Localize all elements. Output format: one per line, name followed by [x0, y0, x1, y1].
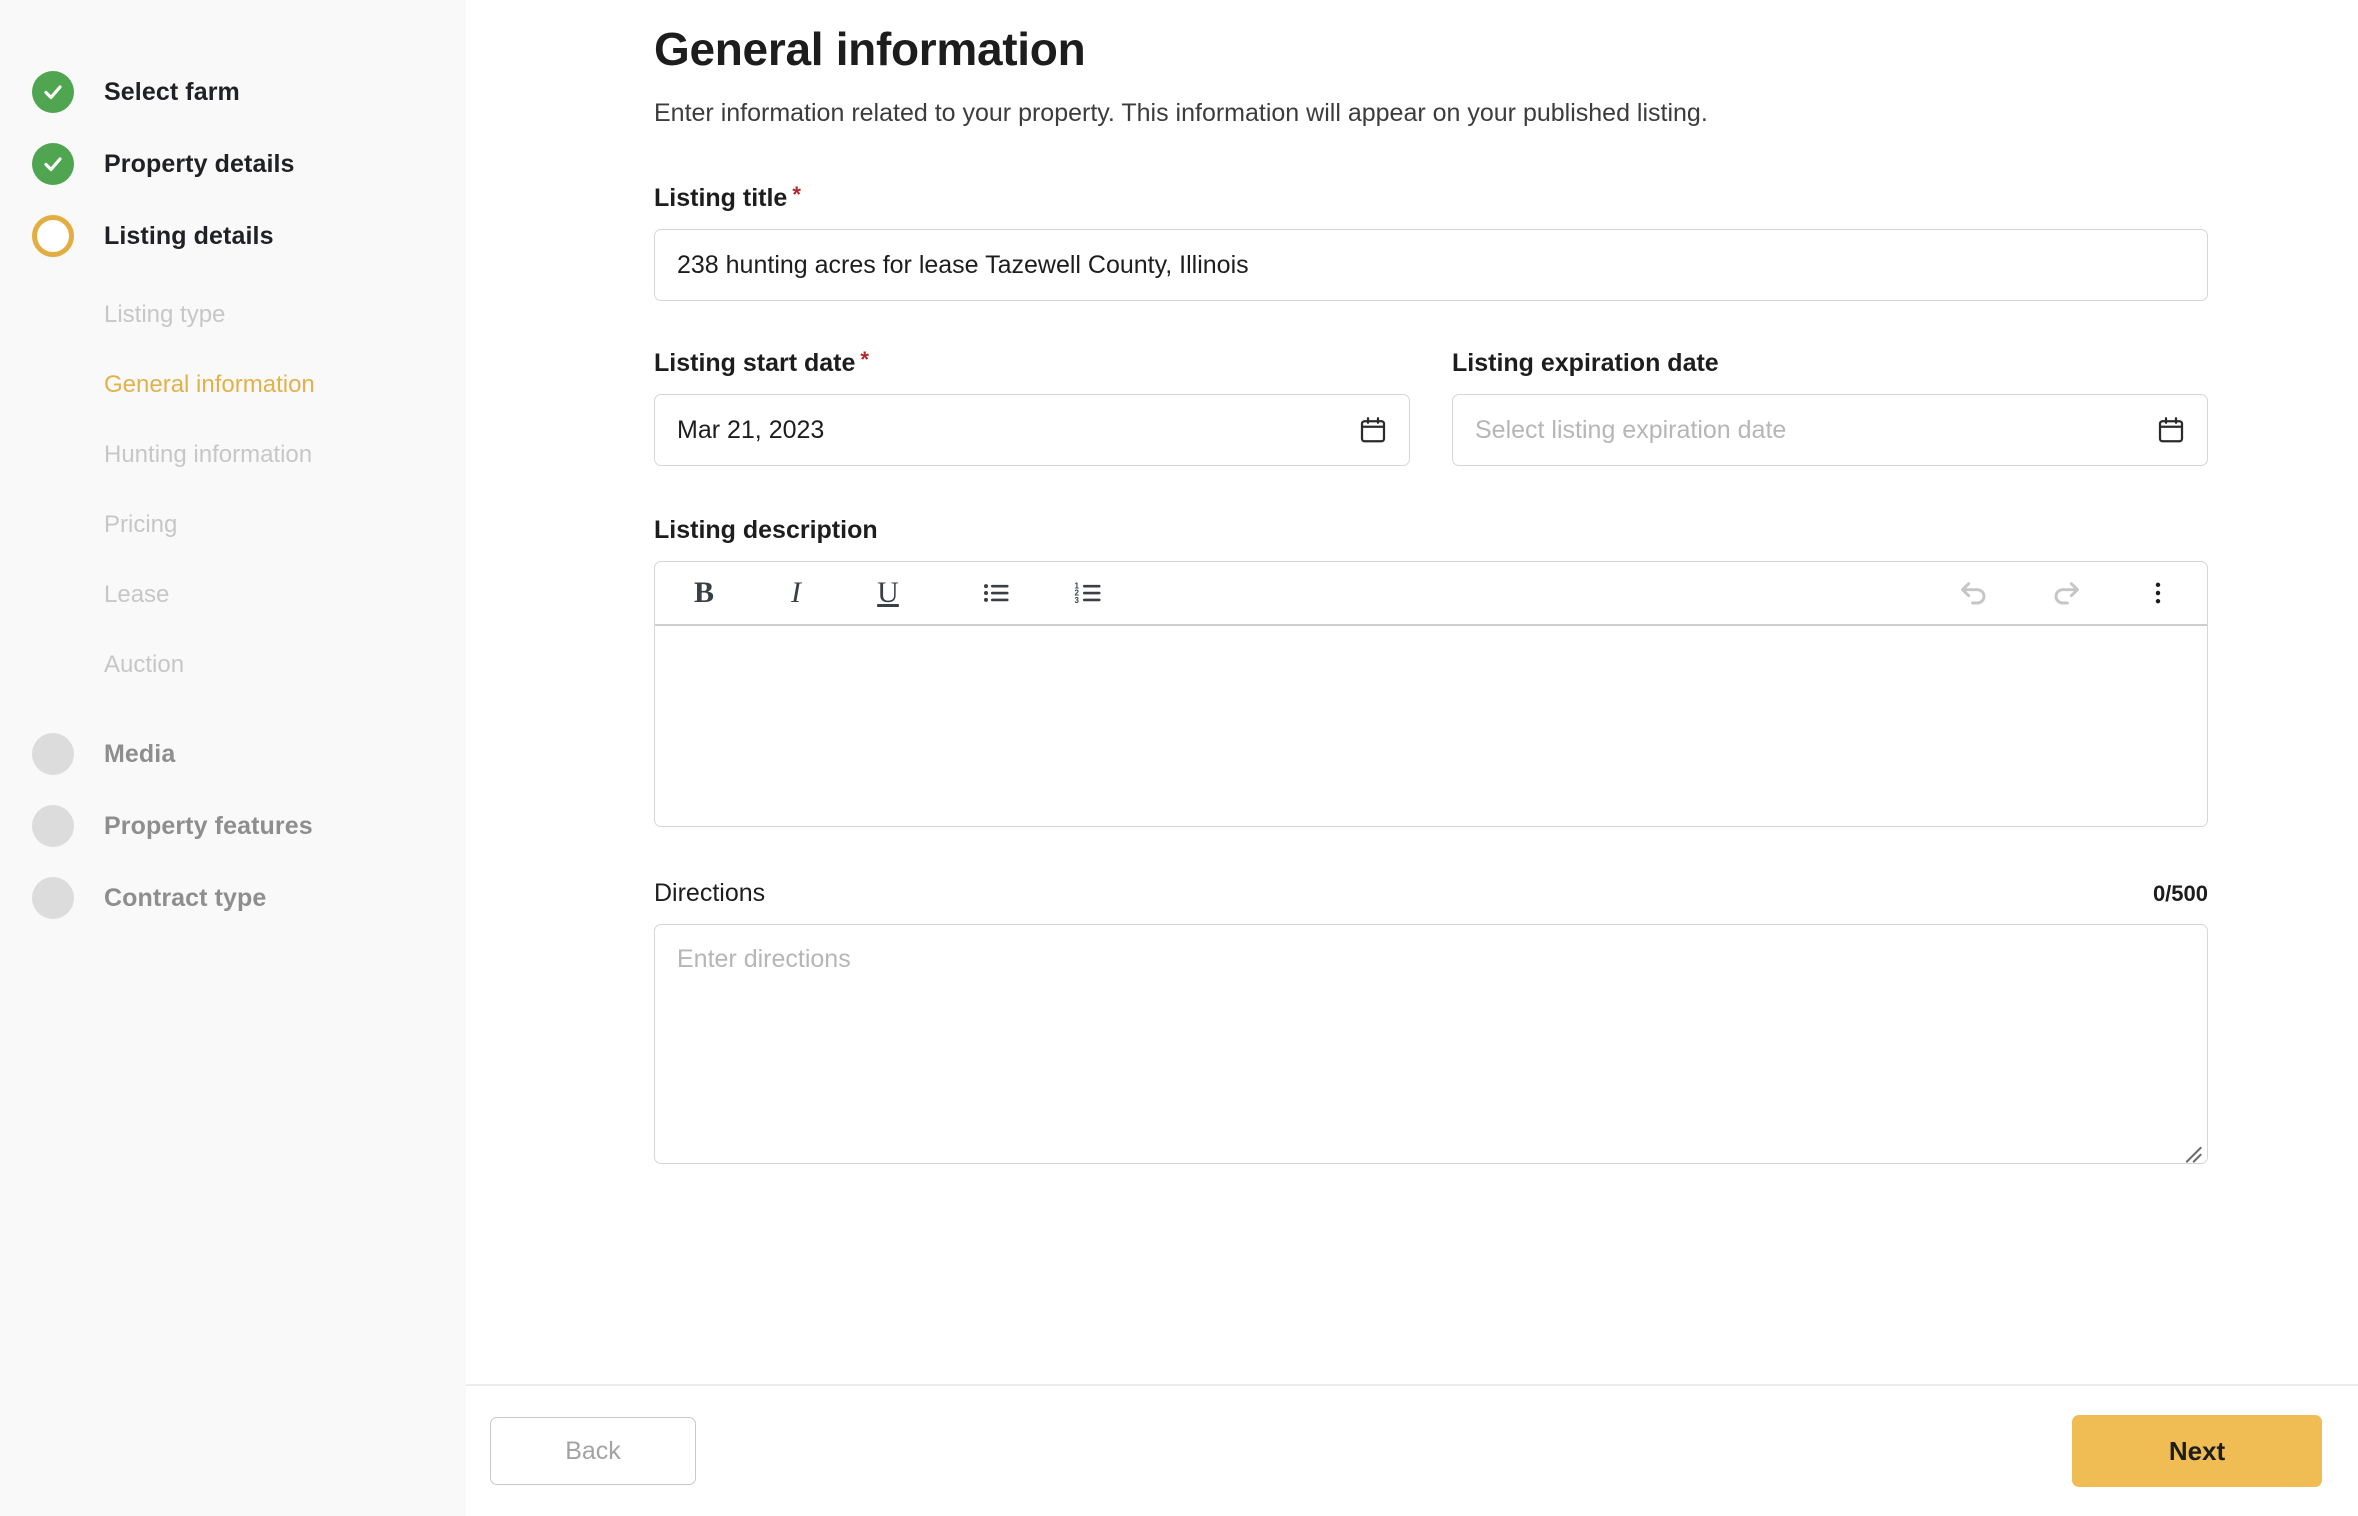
sidebar-step-property-features[interactable]: Property features — [0, 790, 466, 862]
page-subtitle: Enter information related to your proper… — [654, 99, 1708, 128]
page-title: General information — [654, 23, 1086, 75]
sidebar-step-listing-details[interactable]: Listing details — [0, 200, 466, 272]
sidebar-substep-label: Auction — [104, 651, 185, 678]
sidebar-substep-label: Pricing — [104, 511, 178, 538]
sidebar-substep-label: Lease — [104, 581, 170, 608]
sidebar-substep-label: Hunting information — [104, 441, 313, 468]
sidebar-substep-label: Listing type — [104, 301, 226, 328]
directions-textarea[interactable] — [654, 924, 2208, 1165]
listing-title-input[interactable] — [654, 229, 2208, 302]
check-circle-icon — [32, 71, 74, 113]
listing-title-label: Listing title * — [654, 184, 2208, 213]
date-fields-row: Listing start date * Mar 21, 2023 Listin… — [654, 349, 2208, 467]
more-options-icon[interactable] — [2127, 567, 2189, 619]
dot-circle-icon — [32, 877, 74, 919]
required-asterisk: * — [860, 347, 869, 373]
sidebar-substep-auction[interactable]: Auction — [0, 630, 466, 700]
listing-expiration-date-label: Listing expiration date — [1452, 349, 2208, 378]
directions-field: Directions 0/500 — [654, 879, 2208, 1169]
bold-icon[interactable]: B — [673, 567, 735, 619]
italic-icon[interactable]: I — [765, 567, 827, 619]
sidebar-step-media[interactable]: Media — [0, 718, 466, 790]
listing-title-field: Listing title * — [654, 184, 2208, 302]
sidebar-substep-listing-type[interactable]: Listing type — [0, 280, 466, 350]
sidebar-step-label: Property details — [104, 149, 295, 178]
main-content: General information Enter information re… — [466, 0, 2358, 1516]
sidebar-step-select-farm[interactable]: Select farm — [0, 56, 466, 128]
sidebar-step-label: Contract type — [104, 883, 267, 912]
sidebar-substep-general-information[interactable]: General information — [0, 350, 466, 420]
next-button[interactable]: Next — [2072, 1415, 2322, 1487]
listing-start-date-input[interactable] — [654, 394, 1410, 467]
listing-expiration-date-label-text: Listing expiration date — [1452, 349, 1719, 378]
sidebar-substep-label: General information — [104, 371, 315, 398]
wizard-footer: Back Next — [466, 1384, 2358, 1516]
sidebar-substep-hunting-information[interactable]: Hunting information — [0, 420, 466, 490]
listing-description-label-text: Listing description — [654, 516, 878, 545]
listing-expiration-date-input[interactable] — [1452, 394, 2208, 467]
numbered-list-icon[interactable]: 1 2 3 — [1057, 567, 1119, 619]
sidebar-substep-pricing[interactable]: Pricing — [0, 490, 466, 560]
listing-description-field: Listing description B I U 1 2 3 — [654, 516, 2208, 828]
directions-textarea-wrapper — [654, 924, 2208, 1169]
listing-description-textbox[interactable] — [655, 626, 2207, 827]
redo-icon[interactable] — [2035, 567, 2097, 619]
required-asterisk: * — [792, 182, 801, 208]
directions-char-counter: 0/500 — [2152, 881, 2208, 907]
form-scroll-area: General information Enter information re… — [466, 0, 2358, 1384]
listing-start-date-label-text: Listing start date — [654, 349, 856, 378]
listing-start-date-wrapper — [654, 394, 1410, 467]
rich-text-editor: B I U 1 2 3 — [654, 561, 2208, 828]
listing-title-label-text: Listing title — [654, 184, 788, 213]
check-circle-icon — [32, 143, 74, 185]
svg-text:3: 3 — [1075, 596, 1080, 605]
sidebar-step-label: Listing details — [104, 221, 274, 250]
wizard-sidebar: Select farm Property details Listing det… — [0, 0, 466, 1516]
dot-circle-icon — [32, 805, 74, 847]
listing-expiration-date-field: Listing expiration date — [1452, 349, 2208, 467]
sidebar-step-label: Property features — [104, 811, 313, 840]
directions-header: Directions 0/500 — [654, 879, 2208, 908]
sidebar-step-label: Select farm — [104, 77, 240, 106]
bullet-list-icon[interactable] — [965, 567, 1027, 619]
listing-expiration-date-wrapper — [1452, 394, 2208, 467]
underline-icon[interactable]: U — [857, 567, 919, 619]
listing-start-date-label: Listing start date * — [654, 349, 1410, 378]
sidebar-substep-lease[interactable]: Lease — [0, 560, 466, 630]
sidebar-substep-list: Listing type General information Hunting… — [0, 280, 466, 700]
directions-label: Directions — [654, 879, 766, 908]
undo-icon[interactable] — [1943, 567, 2005, 619]
listing-description-label: Listing description — [654, 516, 2208, 545]
sidebar-step-label: Media — [104, 739, 176, 768]
listing-start-date-field: Listing start date * — [654, 349, 1410, 467]
dot-circle-icon — [32, 733, 74, 775]
listing-wizard-page: Select farm Property details Listing det… — [0, 0, 2358, 1516]
sidebar-step-contract-type[interactable]: Contract type — [0, 862, 466, 934]
sidebar-step-property-details[interactable]: Property details — [0, 128, 466, 200]
ring-circle-icon — [32, 215, 74, 257]
back-button[interactable]: Back — [490, 1417, 696, 1485]
editor-toolbar: B I U 1 2 3 — [655, 562, 2207, 627]
